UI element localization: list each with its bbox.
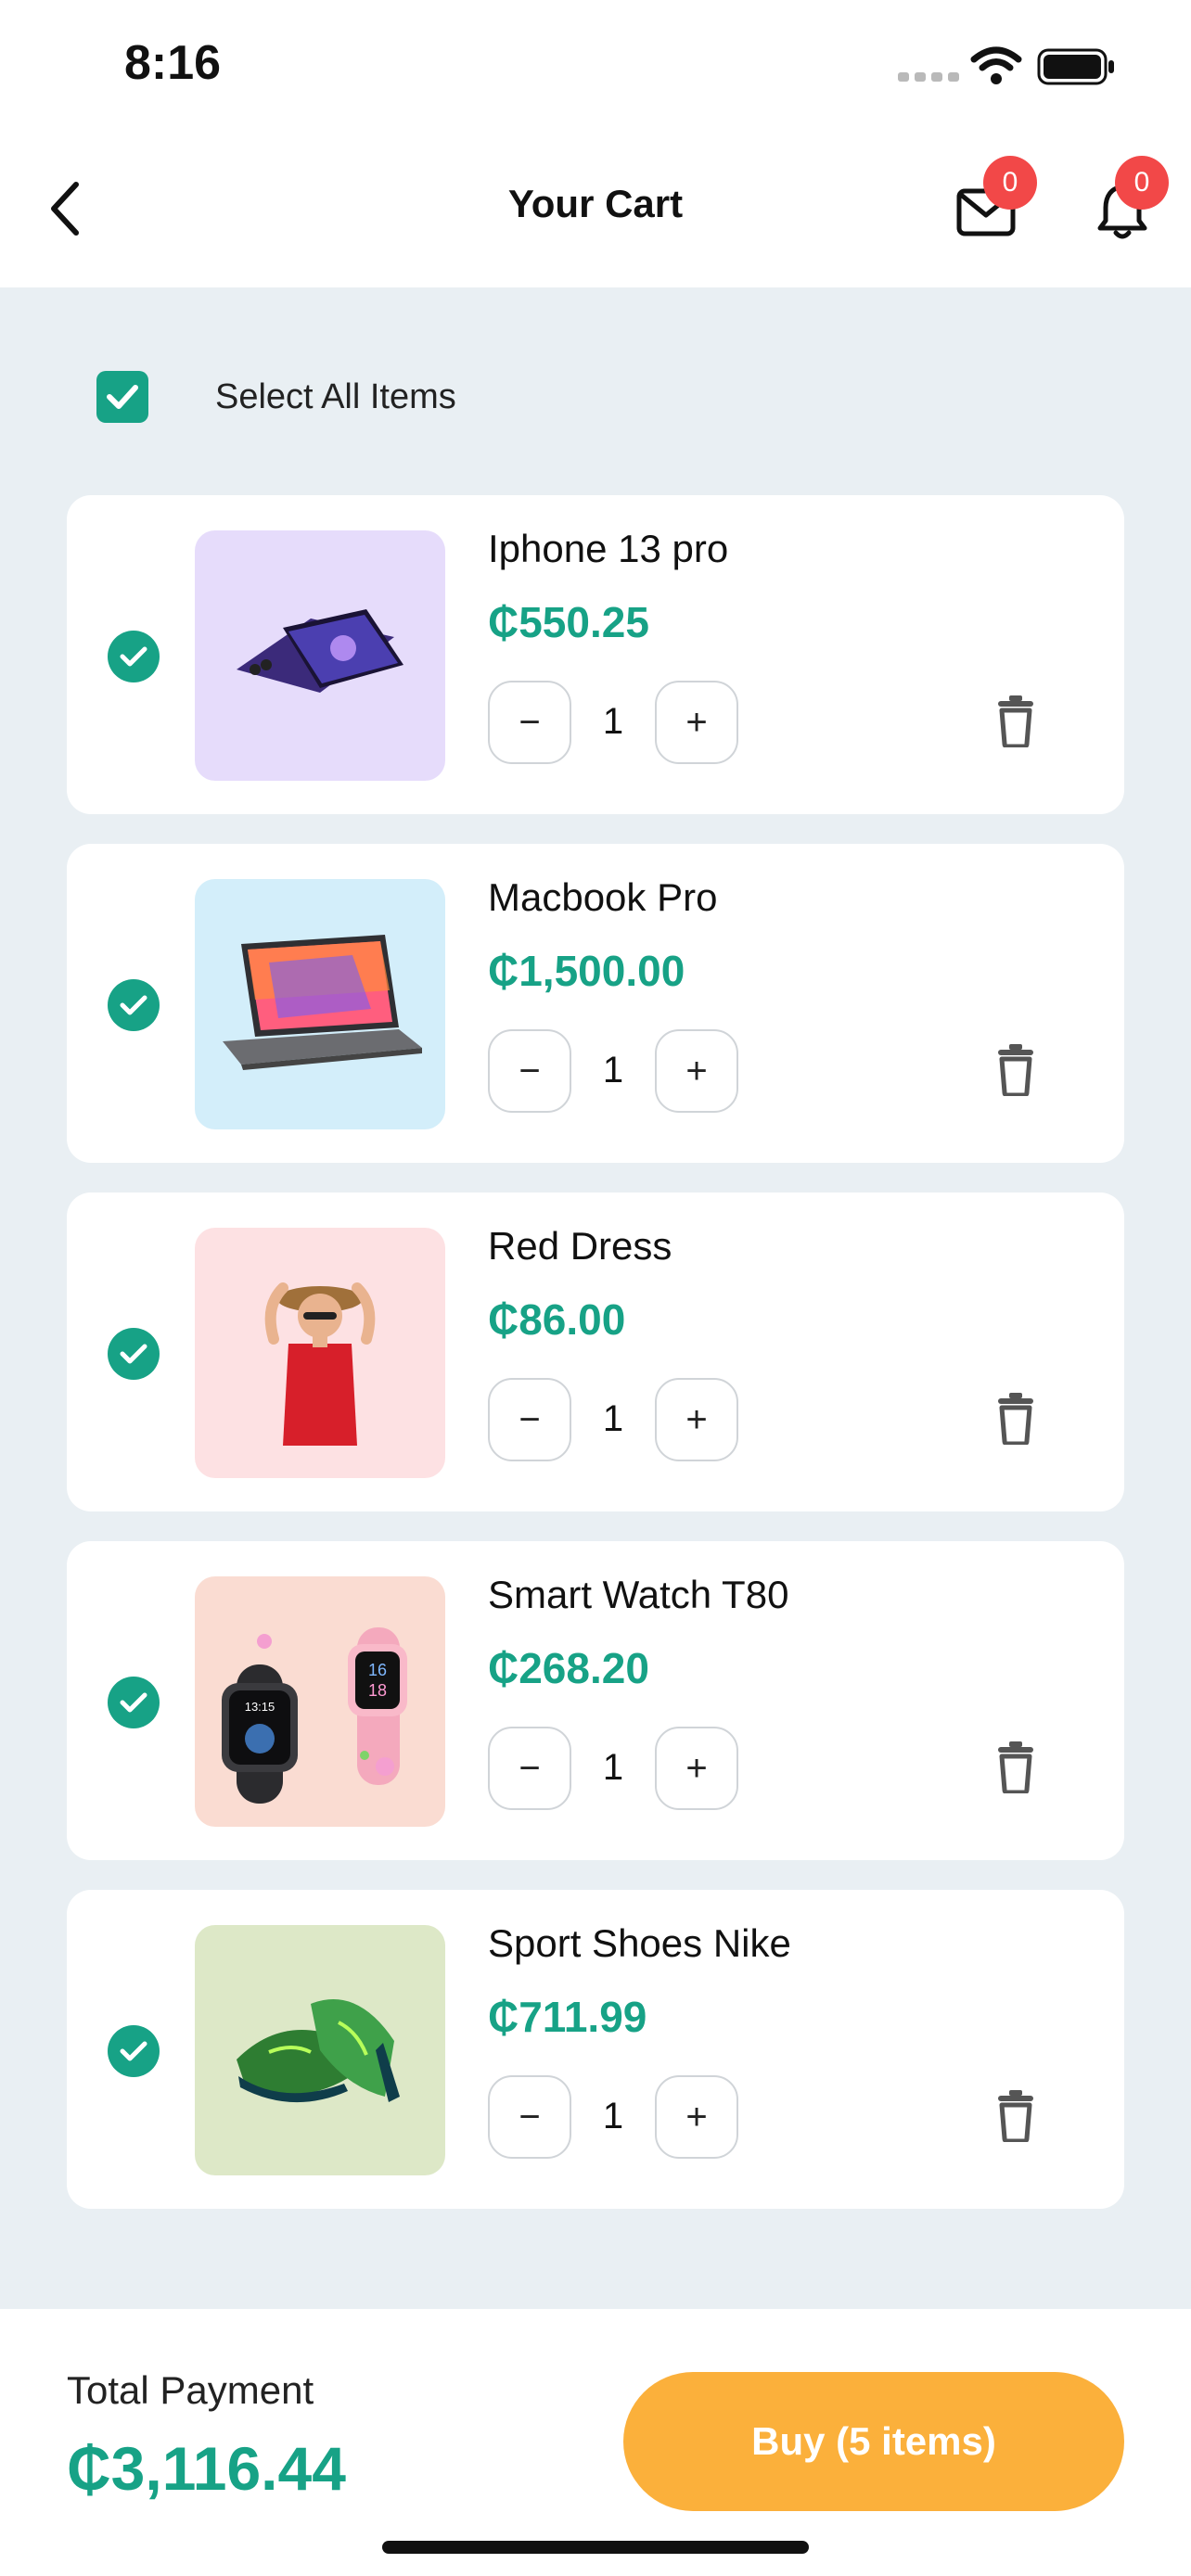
product-name: Iphone 13 pro [488,527,729,570]
product-image [195,1925,445,2175]
cart-item: Iphone 13 pro ₵550.25 − 1 + [67,495,1124,814]
trash-icon[interactable] [992,695,1039,747]
select-all-row[interactable]: Select All Items [96,371,456,423]
increase-quantity-button[interactable]: + [655,1378,738,1461]
product-name: Macbook Pro [488,875,718,919]
svg-text:13:15: 13:15 [245,1700,275,1714]
quantity-value: 1 [602,1398,624,1439]
checkmark-icon [120,1344,147,1364]
increase-quantity-button[interactable]: + [655,1727,738,1810]
wifi-icon [970,46,1022,84]
mail-badge: 0 [983,156,1037,210]
total-payment-value: ₵3,116.44 [67,2434,346,2503]
checkmark-icon [120,646,147,667]
item-checkbox[interactable] [108,1328,160,1380]
quantity-value: 1 [602,1747,624,1788]
item-checkbox[interactable] [108,1677,160,1728]
notification-badge: 0 [1115,156,1169,210]
product-image [195,1228,445,1478]
select-all-label: Select All Items [215,376,456,416]
trash-icon[interactable] [992,1741,1039,1793]
quantity-value: 1 [602,701,624,742]
checkmark-icon [120,995,147,1015]
trash-icon[interactable] [992,2090,1039,2142]
item-checkbox[interactable] [108,631,160,682]
notification-button[interactable]: 0 [1093,156,1169,241]
product-price: ₵1,500.00 [488,947,685,995]
checkmark-icon [107,385,138,409]
cart-item: Red Dress ₵86.00 − 1 + [67,1192,1124,1511]
mail-button[interactable]: 0 [955,156,1037,241]
svg-text:16: 16 [368,1661,387,1679]
item-checkbox[interactable] [108,2025,160,2077]
cart-item: 16 18 13:15 Smart Watch T80 ₵268.20 − 1 … [67,1541,1124,1860]
trash-icon[interactable] [992,1393,1039,1445]
checkmark-icon [120,2041,147,2061]
product-name: Sport Shoes Nike [488,1921,791,1965]
checkmark-icon [120,1692,147,1713]
item-checkbox[interactable] [108,979,160,1031]
increase-quantity-button[interactable]: + [655,1029,738,1113]
cart-item: Macbook Pro ₵1,500.00 − 1 + [67,844,1124,1163]
total-payment-label: Total Payment [67,2368,314,2412]
checkout-bar: Total Payment ₵3,116.44 Buy (5 items) [0,2309,1191,2576]
decrease-quantity-button[interactable]: − [488,1727,571,1810]
quantity-value: 1 [602,1050,624,1090]
product-price: ₵86.00 [488,1295,626,1344]
product-name: Red Dress [488,1224,672,1268]
decrease-quantity-button[interactable]: − [488,1029,571,1113]
buy-button[interactable]: Buy (5 items) [623,2372,1124,2511]
select-all-checkbox[interactable] [96,371,148,423]
product-price: ₵550.25 [488,598,649,646]
product-image: 16 18 13:15 [195,1576,445,1827]
home-indicator [382,2541,809,2554]
trash-icon[interactable] [992,1044,1039,1096]
decrease-quantity-button[interactable]: − [488,681,571,764]
increase-quantity-button[interactable]: + [655,681,738,764]
app-header: Your Cart 0 0 [0,139,1191,287]
increase-quantity-button[interactable]: + [655,2075,738,2159]
status-time: 8:16 [124,36,222,90]
decrease-quantity-button[interactable]: − [488,1378,571,1461]
status-bar: 8:16 [0,0,1191,139]
product-image [195,879,445,1129]
battery-icon [1037,48,1114,85]
product-price: ₵268.20 [488,1644,649,1692]
cart-item: Sport Shoes Nike ₵711.99 − 1 + [67,1890,1124,2209]
decrease-quantity-button[interactable]: − [488,2075,571,2159]
product-name: Smart Watch T80 [488,1573,789,1616]
product-image [195,530,445,781]
svg-text:18: 18 [368,1681,387,1700]
product-price: ₵711.99 [488,1993,647,2041]
quantity-value: 1 [602,2096,624,2136]
signal-icon [898,72,959,82]
